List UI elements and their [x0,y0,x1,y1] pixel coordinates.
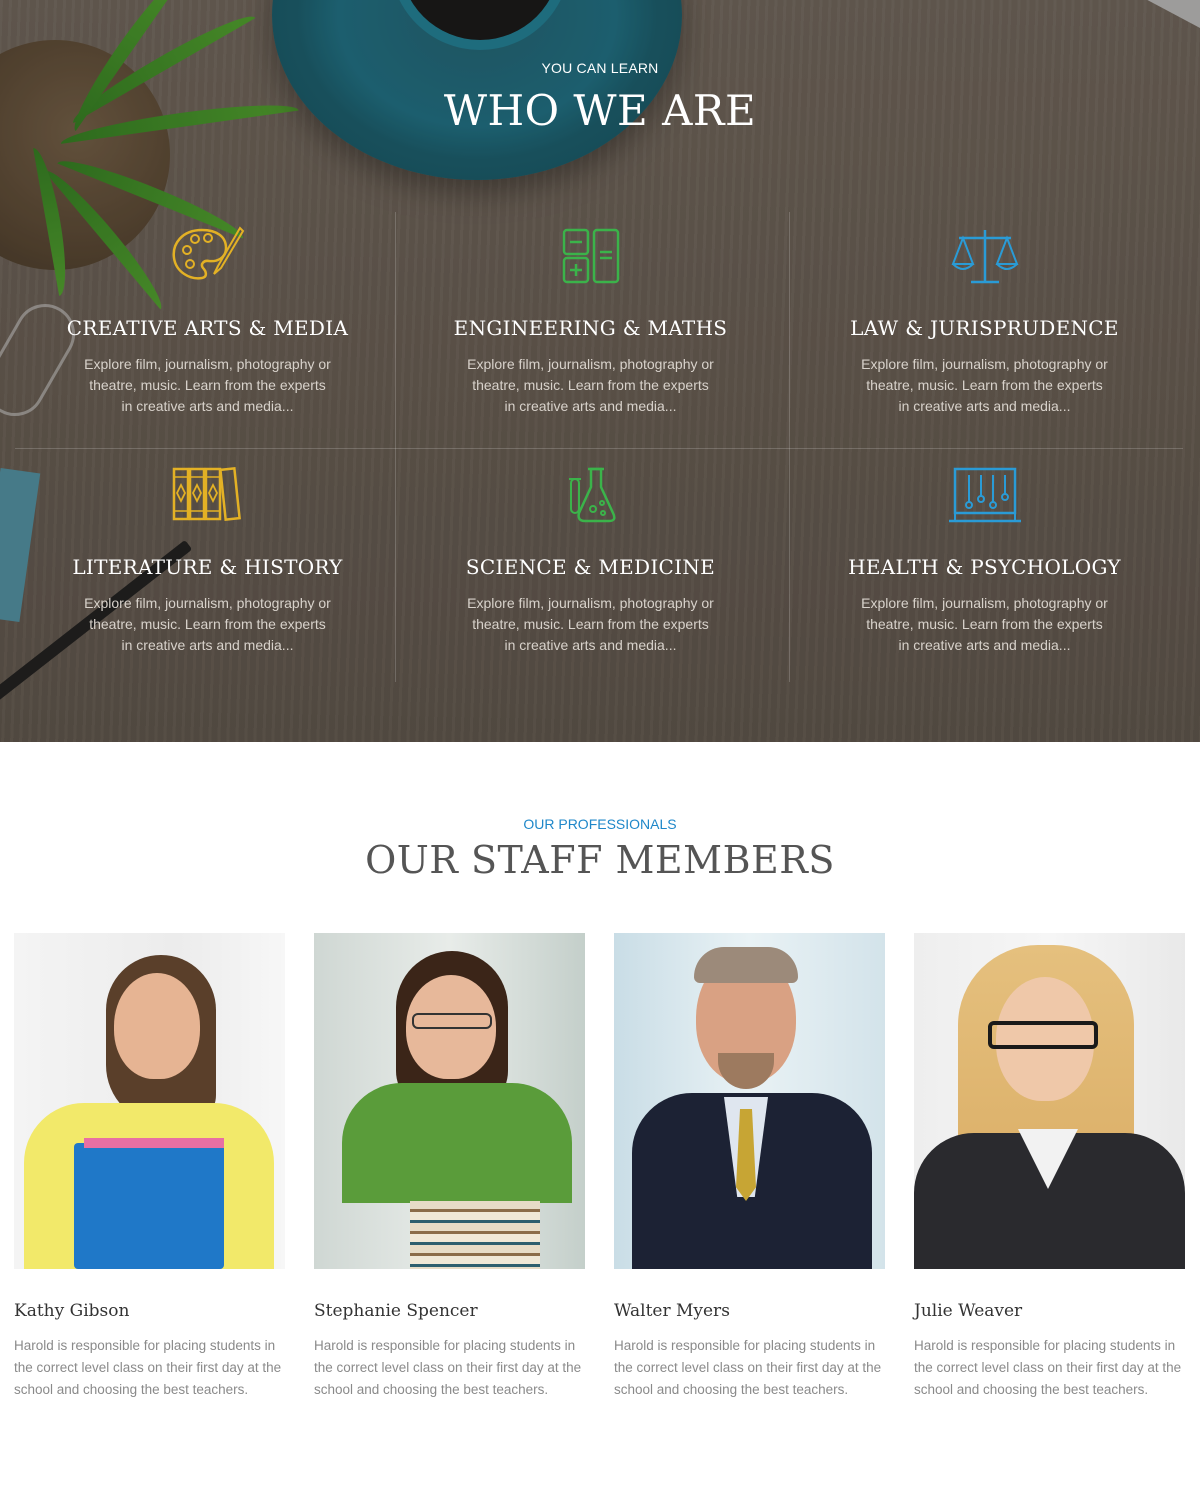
palette-icon [172,226,244,280]
calculator-icon [562,228,619,284]
category-description: Explore film, journalism, photography or… [467,595,714,653]
category-description: Explore film, journalism, photography or… [467,356,714,414]
category-description: Explore film, journalism, photography or… [84,595,331,653]
staff-card: Kathy Gibson Harold is responsible for p… [14,933,285,1401]
staff-bio: Harold is responsible for placing studen… [314,1338,582,1397]
staff-photo[interactable] [614,933,885,1269]
abacus-icon [948,467,1021,523]
books-icon [172,467,241,521]
book-stack-shape [410,1201,540,1269]
staff-title: OUR STAFF MEMBERS [365,838,835,882]
folder-shape [74,1143,224,1269]
staff-photo[interactable] [914,933,1185,1269]
shirt-shape [342,1083,572,1203]
category-description: Explore film, journalism, photography or… [84,356,331,414]
folder-shape [84,1138,224,1148]
staff-card: Walter Myers Harold is responsible for p… [614,933,885,1401]
category-engineering[interactable]: ENGINEERING & MATHS Explore film, journa… [398,212,783,448]
staff-bio: Harold is responsible for placing studen… [14,1338,282,1397]
category-title[interactable]: SCIENCE & MEDICINE [398,555,783,579]
hero-kicker: YOU CAN LEARN [541,60,659,76]
staff-kicker: OUR PROFESSIONALS [523,816,677,832]
staff-card: Julie Weaver Harold is responsible for p… [914,933,1185,1401]
staff-name[interactable]: Kathy Gibson [14,1301,285,1321]
staff-name[interactable]: Julie Weaver [914,1301,1185,1321]
staff-card: Stephanie Spencer Harold is responsible … [314,933,585,1401]
staff-name[interactable]: Stephanie Spencer [314,1301,585,1321]
staff-photo[interactable] [314,933,585,1269]
staff-bio: Harold is responsible for placing studen… [914,1338,1182,1397]
flask-icon [568,467,616,523]
category-description: Explore film, journalism, photography or… [861,595,1108,653]
category-title[interactable]: HEALTH & PSYCHOLOGY [792,555,1177,579]
category-title[interactable]: LAW & JURISPRUDENCE [792,316,1177,340]
scales-icon [951,230,1018,284]
staff-bio: Harold is responsible for placing studen… [614,1338,882,1397]
staff-photo[interactable] [14,933,285,1269]
hair-shape [694,947,798,983]
grid-divider [789,212,790,682]
beard-shape [718,1053,774,1089]
category-creative-arts[interactable]: CREATIVE ARTS & MEDIA Explore film, jour… [15,212,400,448]
glasses-shape [988,1021,1098,1049]
category-law[interactable]: LAW & JURISPRUDENCE Explore film, journa… [792,212,1177,448]
staff-name[interactable]: Walter Myers [614,1301,885,1321]
face-shape [114,973,200,1079]
who-we-are-section: YOU CAN LEARN WHO WE ARE CREATIVE ARTS &… [0,0,1200,742]
category-literature[interactable]: LITERATURE & HISTORY Explore film, journ… [15,451,400,687]
category-title[interactable]: ENGINEERING & MATHS [398,316,783,340]
grid-divider [15,448,1183,449]
glasses-shape [412,1013,492,1029]
hero-title: WHO WE ARE [443,86,757,135]
category-grid: CREATIVE ARTS & MEDIA Explore film, jour… [15,212,1183,682]
category-description: Explore film, journalism, photography or… [861,356,1108,414]
category-science[interactable]: SCIENCE & MEDICINE Explore film, journal… [398,451,783,687]
category-title[interactable]: CREATIVE ARTS & MEDIA [15,316,400,340]
category-title[interactable]: LITERATURE & HISTORY [15,555,400,579]
category-health[interactable]: HEALTH & PSYCHOLOGY Explore film, journa… [792,451,1177,687]
